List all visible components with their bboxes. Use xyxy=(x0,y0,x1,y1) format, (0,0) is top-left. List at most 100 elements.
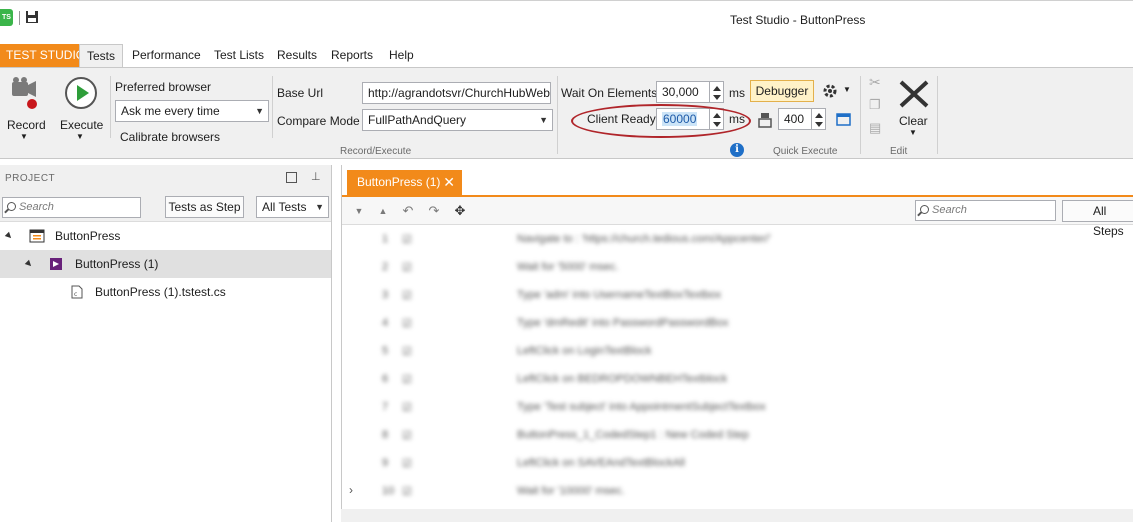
tab-results[interactable]: Results xyxy=(277,44,317,67)
wait-on-elements-unit: ms xyxy=(729,86,745,100)
paste-icon[interactable]: ▤ xyxy=(869,120,881,136)
step-row[interactable]: 8 ☑ ButtonPress_1_CodedStep1 : New Coded… xyxy=(342,421,1133,449)
collapse-icon[interactable] xyxy=(4,231,14,241)
document-tab[interactable]: ButtonPress (1) ✕ xyxy=(347,170,462,195)
tests-as-step-button[interactable]: Tests as Step xyxy=(165,196,244,218)
step-number: 2 xyxy=(382,261,389,273)
step-row[interactable]: 4 ☑ Type 'dmRedit' into PasswordPassword… xyxy=(342,309,1133,337)
project-search-input[interactable]: Search xyxy=(2,197,141,218)
tab-performance[interactable]: Performance xyxy=(132,44,201,67)
window-title: Test Studio - ButtonPress xyxy=(730,13,866,27)
step-row[interactable]: 2 ☑ Wait for '5000' msec. xyxy=(342,253,1133,281)
steps-filter-select[interactable]: All Steps xyxy=(1062,200,1133,238)
chevron-down-icon: ▼ xyxy=(255,106,264,116)
clear-label: Clear xyxy=(899,114,928,128)
step-description: Wait for '10000' msec. xyxy=(517,485,625,497)
quick-execute-spinner[interactable] xyxy=(811,109,825,129)
wait-on-elements-spinner[interactable] xyxy=(709,82,723,102)
ribbon-separator xyxy=(272,76,273,138)
move-down-icon[interactable]: ▼ xyxy=(351,203,367,219)
tab-reports[interactable]: Reports xyxy=(331,44,373,67)
step-row[interactable]: 7 ☑ Type 'Test subject' into Appointment… xyxy=(342,393,1133,421)
step-number: 10 xyxy=(382,485,395,497)
base-url-label: Base Url xyxy=(277,86,324,100)
ribbon: Record ▼ Execute ▼ Preferred browser Ask… xyxy=(0,67,1133,159)
close-icon[interactable]: ✕ xyxy=(443,170,455,195)
base-url-input[interactable]: http://agrandotsvr/ChurchHubWeb xyxy=(362,82,551,104)
quick-execute-input[interactable]: 400 xyxy=(778,108,826,130)
steps-list: 1 ☑ Navigate to : 'https://church.tediou… xyxy=(342,225,1133,503)
gear-dropdown-icon[interactable]: ▼ xyxy=(843,85,851,94)
step-checkbox: ☑ xyxy=(402,458,412,470)
ribbon-separator xyxy=(937,76,938,154)
chevron-down-icon: ▼ xyxy=(539,115,548,125)
step-checkbox: ☑ xyxy=(402,486,412,498)
step-row[interactable]: 3 ☑ Type 'adm' into UsernameTextBoxTextb… xyxy=(342,281,1133,309)
save-icon[interactable] xyxy=(25,10,39,24)
restore-window-icon[interactable] xyxy=(286,172,297,183)
test-icon xyxy=(50,258,62,270)
move-up-icon[interactable]: ▲ xyxy=(375,203,391,219)
tree-item-label: ButtonPress (1).tstest.cs xyxy=(95,285,226,299)
edit-group-label: Edit xyxy=(890,146,908,157)
tree-item-project[interactable]: ButtonPress xyxy=(0,222,331,250)
test-studio-logo-icon: TS xyxy=(0,9,13,26)
tab-tests[interactable]: Tests xyxy=(79,44,124,67)
wait-on-elements-input[interactable]: 30,000 xyxy=(656,81,724,103)
steps-search-input[interactable]: Search xyxy=(915,200,1056,221)
step-description: Type 'dmRedit' into PasswordPasswordBox xyxy=(517,317,729,329)
browser-resize-icon[interactable] xyxy=(758,112,772,128)
horizontal-scrollbar[interactable] xyxy=(341,509,1133,522)
tree-item-code-file[interactable]: c ButtonPress (1).tstest.cs xyxy=(0,278,331,306)
step-row[interactable]: 6 ☑ LeftClick on BEDROPDOWNBEHTextblock xyxy=(342,365,1133,393)
execute-button[interactable]: Execute ▼ xyxy=(58,74,104,146)
debugger-button[interactable]: Debugger xyxy=(750,80,814,102)
calibrate-browsers-button[interactable]: Calibrate browsers xyxy=(120,130,220,144)
undo-icon[interactable]: ↶ xyxy=(400,203,416,219)
record-label: Record xyxy=(7,118,46,132)
tab-test-lists[interactable]: Test Lists xyxy=(214,44,264,67)
preferred-browser-select[interactable]: Ask me every time ▼ xyxy=(115,100,269,122)
step-number: 8 xyxy=(382,429,389,441)
project-pane: PROJECT ⊥ Search Tests as Step All Tests… xyxy=(0,165,332,522)
copy-icon[interactable]: ❐ xyxy=(869,97,881,113)
step-checkbox: ☑ xyxy=(402,402,412,414)
step-checkbox: ☑ xyxy=(402,374,412,386)
step-number: 6 xyxy=(382,373,389,385)
collapse-icon[interactable] xyxy=(24,259,34,269)
steps-search-placeholder: Search xyxy=(932,204,967,216)
tests-filter-select[interactable]: All Tests ▼ xyxy=(256,196,329,218)
wait-on-elements-value: 30,000 xyxy=(662,85,699,99)
step-row[interactable]: 9 ☑ LeftClick on SAVEAndTextBlockAll xyxy=(342,449,1133,477)
gear-icon[interactable] xyxy=(822,83,838,99)
tab-help[interactable]: Help xyxy=(389,44,414,67)
step-row[interactable]: 1 ☑ Navigate to : 'https://church.tediou… xyxy=(342,225,1133,253)
document-tab-label: ButtonPress (1) xyxy=(357,175,441,189)
redo-icon[interactable]: ↷ xyxy=(426,203,442,219)
info-icon[interactable]: i xyxy=(730,143,744,157)
record-dropdown-icon[interactable]: ▼ xyxy=(20,132,28,141)
tree-item-test[interactable]: ButtonPress (1) xyxy=(0,250,331,278)
step-checkbox: ☑ xyxy=(402,346,412,358)
record-button[interactable]: Record ▼ xyxy=(4,74,48,146)
clear-button[interactable]: Clear ▼ xyxy=(894,76,934,146)
execute-dropdown-icon[interactable]: ▼ xyxy=(76,132,84,141)
tab-test-studio[interactable]: TEST STUDIO xyxy=(0,44,92,67)
cut-icon[interactable]: ✂ xyxy=(869,74,881,91)
window-icon[interactable] xyxy=(836,113,851,127)
step-row[interactable]: 5 ☑ LeftClick on LoginTextBlock xyxy=(342,337,1133,365)
play-icon xyxy=(65,77,97,109)
preferred-browser-value: Ask me every time xyxy=(121,104,220,118)
step-number: 1 xyxy=(382,233,389,245)
step-row[interactable]: › 10 ☑ Wait for '10000' msec. xyxy=(342,477,1133,505)
pin-icon[interactable]: ⊥ xyxy=(311,170,321,183)
compare-mode-label: Compare Mode xyxy=(277,114,360,128)
step-checkbox: ☑ xyxy=(402,430,412,442)
chevron-right-icon[interactable]: › xyxy=(349,483,353,497)
clear-dropdown-icon[interactable]: ▼ xyxy=(909,128,917,137)
step-number: 5 xyxy=(382,345,389,357)
compare-mode-select[interactable]: FullPathAndQuery ▼ xyxy=(362,109,553,131)
step-description: Type 'Test subject' into AppointmentSubj… xyxy=(517,401,766,413)
step-builder-icon[interactable]: ✥ xyxy=(452,203,468,219)
compare-mode-value: FullPathAndQuery xyxy=(368,113,467,127)
